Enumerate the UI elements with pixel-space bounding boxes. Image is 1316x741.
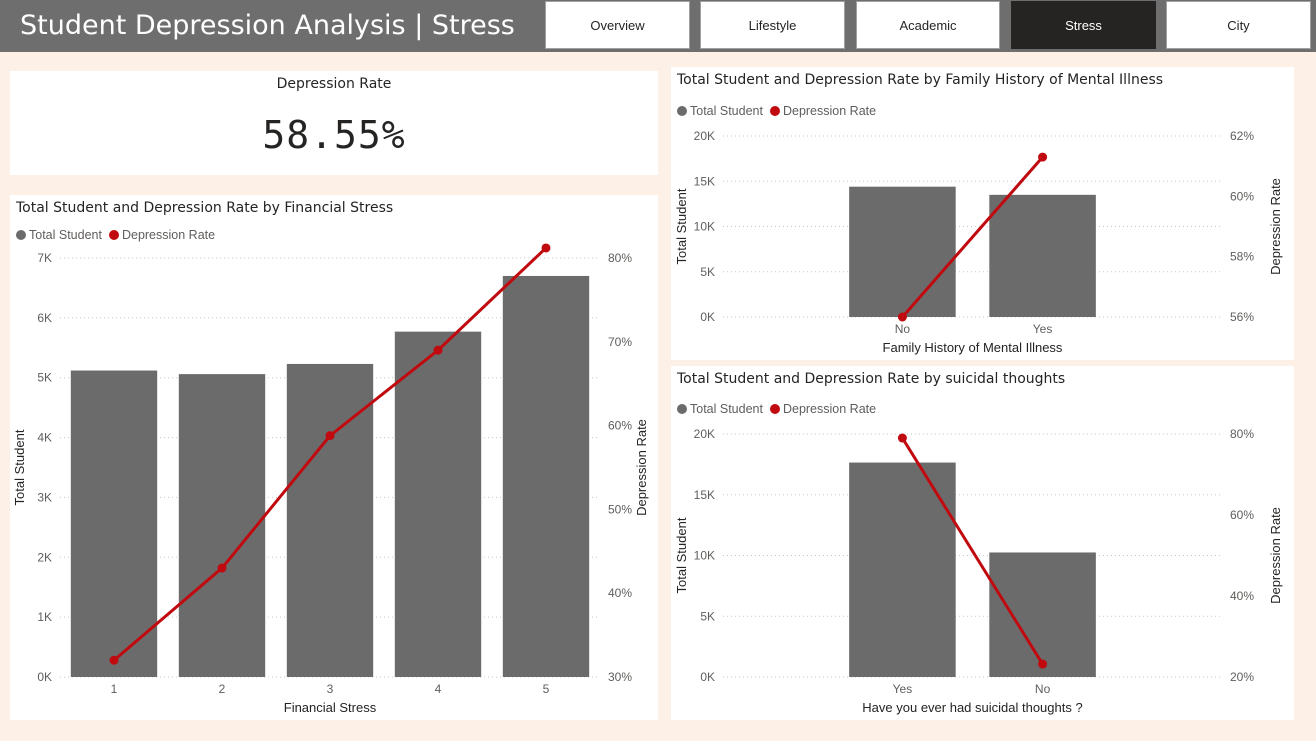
x-tick-label: No	[1035, 682, 1051, 696]
y-axis-title: Total Student	[674, 517, 689, 593]
x-tick-label: 4	[435, 682, 442, 696]
depression-rate-point	[433, 345, 443, 355]
y-tick-label: 3K	[37, 490, 52, 504]
y2-axis-title: Depression Rate	[634, 419, 649, 516]
y-tick-label: 10K	[694, 549, 715, 563]
depression-rate-point	[1038, 152, 1048, 162]
y-tick-label: 0K	[700, 670, 715, 684]
y-tick-label: 1K	[37, 610, 52, 624]
depression-rate-point	[217, 563, 227, 573]
y2-tick-label: 30%	[608, 670, 632, 684]
y2-tick-label: 62%	[1230, 129, 1254, 143]
nav-button-overview[interactable]: Overview	[545, 1, 690, 49]
y-tick-label: 4K	[37, 431, 52, 445]
y-tick-label: 6K	[37, 311, 52, 325]
y-axis-title: Total Student	[12, 429, 27, 505]
family-history-chart: 0K 5K 10K 15K 20K 56% 58% 60% 62% No Yes Family His…	[674, 129, 1283, 355]
depression-rate-point	[325, 431, 335, 441]
x-tick-label: 5	[543, 682, 550, 696]
bar	[989, 552, 1096, 677]
y-tick-label: 15K	[694, 174, 715, 188]
bar	[989, 194, 1096, 317]
x-axis-title: Financial Stress	[284, 700, 377, 715]
chart-card-suicidal-thoughts: Total Student and Depression Rate by sui…	[671, 366, 1294, 720]
x-tick-label: No	[895, 322, 911, 336]
x-axis-title: Family History of Mental Illness	[883, 340, 1063, 355]
x-tick-label: 1	[111, 682, 118, 696]
y2-tick-label: 80%	[1230, 427, 1254, 441]
y2-tick-label: 60%	[608, 419, 632, 433]
nav-button-city[interactable]: City	[1166, 1, 1311, 49]
y-tick-label: 10K	[694, 220, 715, 234]
kpi-value: 58.55%	[262, 113, 406, 157]
y-tick-label: 20K	[694, 427, 715, 441]
financial-stress-chart: 0K 1K 2K 3K 4K 5K 6K 7K 30% 40% 50% 60% 70% 80% 1 2 3 4 5 F…	[12, 243, 649, 715]
y-tick-label: 5K	[700, 609, 715, 623]
depression-rate-point	[897, 433, 907, 443]
x-axis-title: Have you ever had suicidal thoughts ?	[862, 700, 1082, 715]
chart-card-family-history: Total Student and Depression Rate by Fam…	[671, 67, 1294, 360]
y2-tick-label: 50%	[608, 502, 632, 516]
y2-axis-title: Depression Rate	[1268, 507, 1283, 604]
y2-tick-label: 40%	[608, 586, 632, 600]
suicidal-thoughts-chart: 0K 5K 10K 15K 20K 20% 40% 60% 80% Yes No Have you e…	[674, 427, 1283, 715]
y-tick-label: 15K	[694, 488, 715, 502]
y2-tick-label: 58%	[1230, 250, 1254, 264]
depression-rate-point	[541, 243, 551, 253]
y-tick-label: 5K	[700, 265, 715, 279]
bar	[178, 374, 266, 677]
page-title: Student Depression Analysis | Stress	[20, 10, 515, 41]
bar	[394, 331, 482, 677]
y2-tick-label: 20%	[1230, 670, 1254, 684]
y2-tick-label: 60%	[1230, 508, 1254, 522]
y2-axis-title: Depression Rate	[1268, 178, 1283, 275]
y-tick-label: 5K	[37, 371, 52, 385]
depression-rate-point	[109, 655, 119, 665]
bar	[849, 186, 956, 317]
y-tick-label: 20K	[694, 129, 715, 143]
bar	[70, 370, 158, 677]
depression-rate-point	[1038, 659, 1048, 669]
chart-card-financial-stress: Total Student and Depression Rate by Fin…	[10, 195, 658, 720]
x-tick-label: 3	[327, 682, 334, 696]
x-tick-label: 2	[219, 682, 226, 696]
nav-button-lifestyle[interactable]: Lifestyle	[700, 1, 845, 49]
y2-tick-label: 60%	[1230, 189, 1254, 203]
x-tick-label: Yes	[1033, 322, 1053, 336]
y2-tick-label: 70%	[608, 335, 632, 349]
nav-button-stress[interactable]: Stress	[1011, 1, 1156, 49]
y-tick-label: 0K	[700, 310, 715, 324]
bar	[849, 462, 956, 677]
kpi-card-depression-rate: Depression Rate 58.55%	[10, 71, 658, 175]
bar	[502, 275, 590, 677]
depression-rate-point	[897, 312, 907, 322]
nav-button-academic[interactable]: Academic	[856, 1, 1000, 49]
x-tick-label: Yes	[893, 682, 913, 696]
kpi-label: Depression Rate	[276, 76, 392, 92]
y2-tick-label: 80%	[608, 251, 632, 265]
y2-tick-label: 56%	[1230, 310, 1254, 324]
y-tick-label: 7K	[37, 251, 52, 265]
y-tick-label: 0K	[37, 670, 52, 684]
y2-tick-label: 40%	[1230, 589, 1254, 603]
y-axis-title: Total Student	[674, 188, 689, 264]
y-tick-label: 2K	[37, 550, 52, 564]
